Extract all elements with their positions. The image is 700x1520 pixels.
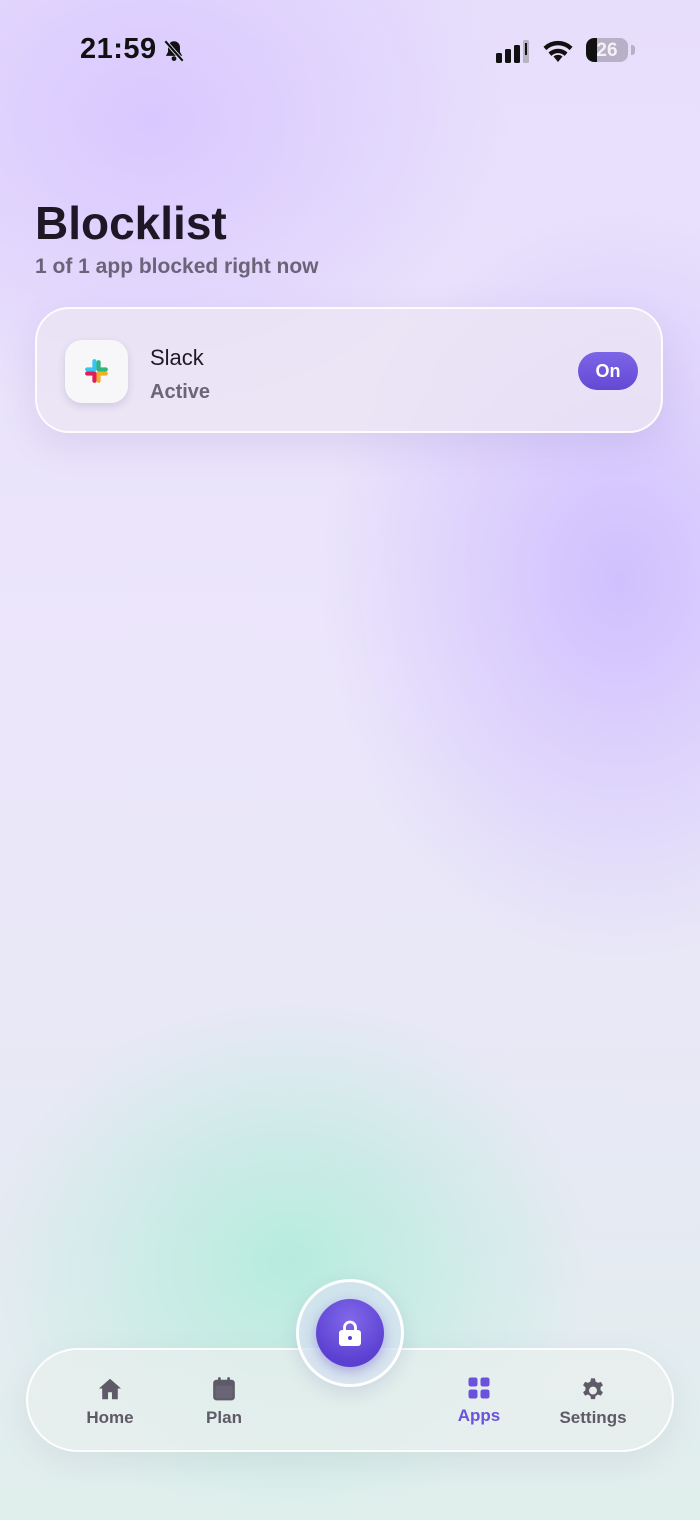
tab-label: Settings — [559, 1408, 627, 1427]
status-time: 21:59 — [80, 33, 157, 65]
tab-label: Home — [86, 1408, 134, 1427]
house-icon — [98, 1378, 122, 1400]
app-row-slack[interactable]: Slack Active On — [35, 307, 663, 433]
tab-label: Plan — [206, 1408, 242, 1427]
tab-label: Apps — [457, 1406, 501, 1425]
block-toggle-button[interactable]: On — [578, 352, 638, 390]
tab-settings[interactable]: Settings — [538, 1350, 648, 1450]
page-title: Blocklist — [35, 197, 227, 249]
battery-tip — [631, 45, 635, 55]
lock-icon — [339, 1320, 361, 1346]
status-bar: 21:59 26 — [0, 0, 700, 100]
tab-plan[interactable]: Plan — [169, 1350, 279, 1450]
gear-icon — [583, 1378, 603, 1400]
grid-icon — [468, 1377, 490, 1399]
lock-button[interactable] — [316, 1299, 384, 1367]
blocked-count-subtitle: 1 of 1 app blocked right now — [35, 255, 319, 278]
battery-percentage: 26 — [596, 40, 618, 61]
tab-home[interactable]: Home — [55, 1350, 165, 1450]
app-name: Slack — [150, 345, 204, 370]
calendar-icon — [213, 1377, 235, 1401]
wifi-icon — [542, 39, 574, 68]
cellular-signal-icon — [496, 40, 532, 69]
bell-slash-icon — [161, 38, 187, 69]
tab-apps[interactable]: Apps — [424, 1350, 534, 1450]
battery-icon: 26 — [586, 38, 628, 62]
app-status: Active — [150, 381, 211, 403]
slack-app-icon — [65, 340, 128, 403]
